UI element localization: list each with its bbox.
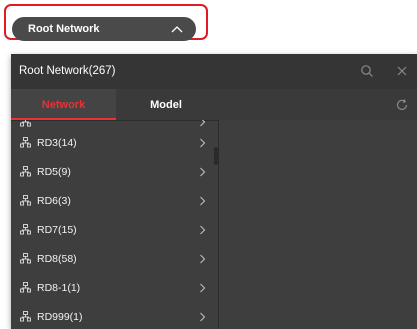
list-item-label: RD5(9) (37, 165, 71, 178)
network-panel: Root Network(267) Network Model RD3(14) … (11, 54, 417, 329)
list-item-rd8-1[interactable]: RD8-1(1) (11, 275, 211, 300)
list-item-rd5[interactable]: RD5(9) (11, 159, 211, 184)
chevron-right-icon (199, 196, 206, 206)
chevron-right-icon (199, 120, 206, 127)
chevron-right-icon (199, 225, 206, 235)
list-item-label: RD7(15) (37, 223, 77, 236)
list-item-rd3[interactable]: RD3(14) (11, 130, 211, 155)
tab-model[interactable]: Model (116, 89, 216, 120)
network-dropdown[interactable]: Root Network (12, 17, 196, 41)
tabs-bar: Network Model (11, 89, 417, 121)
chevron-right-icon (199, 254, 206, 264)
network-tree-icon (20, 282, 31, 293)
network-tree-icon (20, 137, 31, 148)
list-item-label: RD3(14) (37, 136, 77, 149)
detail-pane (219, 120, 417, 329)
close-icon[interactable] (395, 64, 409, 78)
chevron-right-icon (199, 138, 206, 148)
chevron-right-icon (199, 312, 206, 322)
network-tree-icon (20, 195, 31, 206)
list-item-rd6[interactable]: RD6(3) (11, 188, 211, 213)
network-dropdown-label: Root Network (28, 23, 100, 35)
chevron-up-icon (170, 24, 184, 34)
network-tree-icon (20, 166, 31, 177)
chevron-right-icon (199, 167, 206, 177)
chevron-right-icon (199, 283, 206, 293)
refresh-icon[interactable] (395, 98, 409, 112)
list-item-rd999[interactable]: RD999(1) (11, 304, 211, 329)
panel-title: Root Network(267) (19, 65, 116, 77)
network-tree-icon (20, 224, 31, 235)
tab-network[interactable]: Network (11, 89, 116, 120)
network-list: RD3(14) RD5(9) RD6(3) RD7(15) RD8(58) RD… (11, 120, 218, 329)
list-item-rd7[interactable]: RD7(15) (11, 217, 211, 242)
list-item-rd8[interactable]: RD8(58) (11, 246, 211, 271)
panel-header: Root Network(267) (11, 54, 417, 89)
network-tree-icon (20, 120, 31, 127)
list-item-label: RD999(1) (37, 310, 83, 323)
network-tree-icon (20, 253, 31, 264)
list-item-label: RD8(58) (37, 252, 77, 265)
network-tree-icon (20, 311, 31, 322)
list-item-label: RD6(3) (37, 194, 71, 207)
search-icon[interactable] (360, 64, 374, 78)
list-item-label: RD8-1(1) (37, 281, 81, 294)
